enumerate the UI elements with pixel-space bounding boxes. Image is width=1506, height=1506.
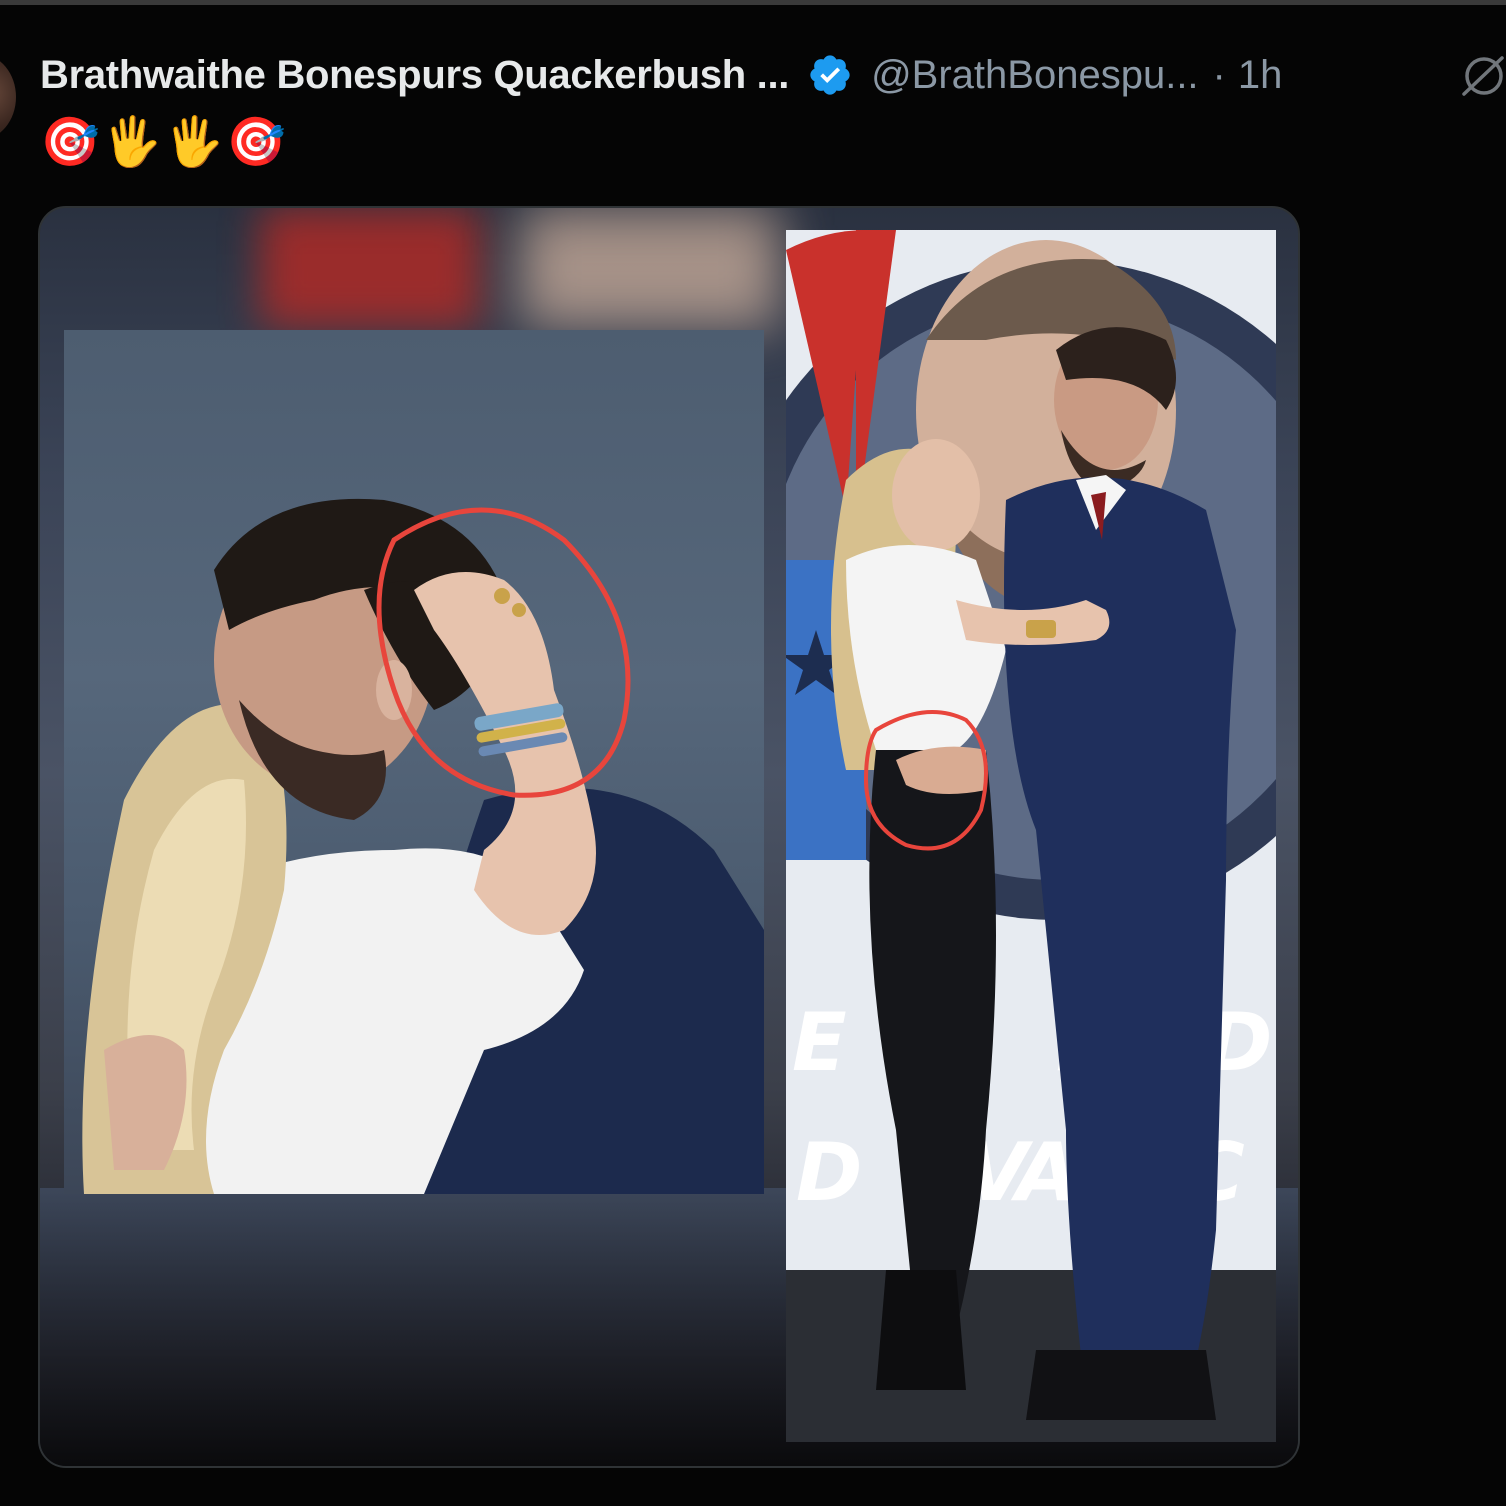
raised-hand-emoji: 🖐	[102, 114, 162, 170]
separator-dot: ·	[1212, 52, 1226, 97]
photo-right-illustration: E R E D D V A C	[786, 230, 1276, 1442]
tweet-header: Brathwaithe Bonespurs Quackerbush ... @B…	[40, 48, 1282, 102]
raised-hand-emoji: 🖐	[164, 114, 224, 170]
tweet-media[interactable]: E R E D D V A C	[38, 206, 1300, 1468]
photo-right[interactable]: E R E D D V A C	[786, 230, 1276, 1442]
sign-letter: D	[796, 1126, 862, 1219]
direct-hit-emoji: 🎯	[226, 114, 286, 170]
tweet-text: 🎯 🖐 🖐 🎯	[40, 112, 286, 172]
photo-left[interactable]	[64, 330, 764, 1194]
top-divider	[0, 0, 1506, 5]
photo-left-illustration	[82, 498, 764, 1194]
verified-badge-icon[interactable]	[807, 52, 853, 98]
background-blur-face	[520, 208, 780, 328]
grok-icon[interactable]	[1458, 52, 1506, 100]
timestamp[interactable]: 1h	[1238, 53, 1283, 98]
avatar[interactable]	[0, 54, 16, 140]
user-handle[interactable]: @BrathBonespu...	[871, 53, 1198, 98]
display-name[interactable]: Brathwaithe Bonespurs Quackerbush ...	[40, 53, 789, 98]
direct-hit-emoji: 🎯	[40, 114, 100, 170]
sign-letter: E	[792, 996, 847, 1089]
background-blur-red	[260, 208, 480, 328]
